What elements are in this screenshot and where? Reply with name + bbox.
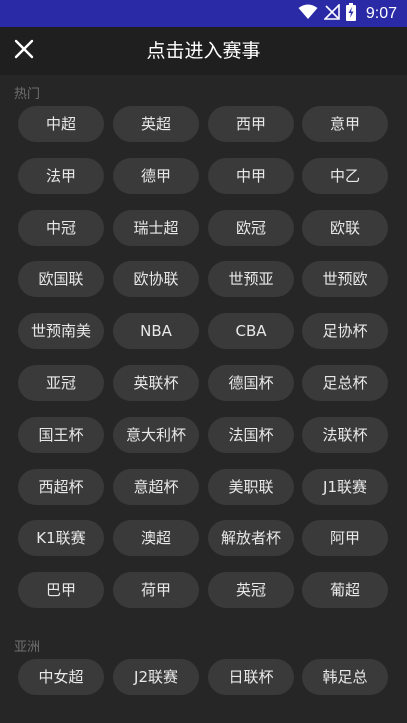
- competition-chip[interactable]: 西超杯: [18, 468, 104, 505]
- status-bar: 9:07: [0, 0, 407, 27]
- competition-chip[interactable]: 美职联: [208, 468, 294, 505]
- status-icons: 9:07: [298, 3, 397, 25]
- signal-off-icon: [322, 3, 340, 24]
- competition-chip[interactable]: 世预亚: [208, 261, 294, 298]
- page-title: 点击进入赛事: [146, 40, 261, 62]
- competition-chip[interactable]: 阿甲: [302, 520, 388, 557]
- competition-chip[interactable]: 中甲: [208, 157, 294, 194]
- competition-chip[interactable]: J1联赛: [302, 468, 388, 505]
- close-icon: [14, 39, 34, 63]
- competition-chip[interactable]: 国王杯: [18, 416, 104, 453]
- competition-chip[interactable]: 韩足总: [302, 659, 388, 695]
- competition-chip[interactable]: 中冠: [18, 209, 104, 246]
- competition-chip[interactable]: 西甲: [208, 106, 294, 142]
- competition-chip[interactable]: 澳超: [113, 520, 199, 557]
- competition-chip[interactable]: 欧冠: [208, 209, 294, 246]
- competition-chip[interactable]: 瑞士超: [113, 209, 199, 246]
- competition-chip[interactable]: 中女超: [18, 659, 104, 695]
- competition-chip[interactable]: 法联杯: [302, 416, 388, 453]
- competition-chip[interactable]: 荷甲: [113, 572, 199, 609]
- competition-chip[interactable]: 日联杯: [208, 659, 294, 695]
- competition-chip[interactable]: 巴甲: [18, 572, 104, 609]
- competition-chip[interactable]: 欧国联: [18, 261, 104, 298]
- competition-chip[interactable]: 解放者杯: [208, 520, 294, 557]
- competition-chip[interactable]: 中乙: [302, 157, 388, 194]
- competition-chip[interactable]: 足总杯: [302, 365, 388, 401]
- competition-chip[interactable]: 法甲: [18, 157, 104, 194]
- status-time: 9:07: [365, 5, 397, 22]
- section-label: 亚洲: [14, 640, 41, 655]
- competition-chip[interactable]: 德甲: [113, 157, 199, 194]
- battery-charging-icon: [345, 3, 356, 25]
- competition-chip[interactable]: 英联杯: [113, 365, 199, 401]
- wifi-icon: [298, 4, 318, 24]
- close-button[interactable]: [8, 35, 40, 67]
- competition-chip[interactable]: 欧协联: [113, 261, 199, 298]
- app-bar: 点击进入赛事: [0, 27, 407, 75]
- competition-chip[interactable]: J2联赛: [113, 659, 199, 695]
- competition-chip[interactable]: CBA: [208, 313, 294, 350]
- competition-chip[interactable]: 足协杯: [302, 313, 388, 350]
- competition-chip[interactable]: 英冠: [208, 572, 294, 609]
- competition-chip[interactable]: 世预欧: [302, 261, 388, 298]
- competition-chip[interactable]: K1联赛: [18, 520, 104, 557]
- competition-list: 热门中超 英超 西甲 意甲法甲 德甲 中甲 中乙中冠 瑞士超 欧冠 欧联欧国联 欧协联 世预亚 世预欧世…: [0, 75, 407, 723]
- competition-chip[interactable]: 意超杯: [113, 468, 199, 505]
- competition-chip[interactable]: 意甲: [302, 106, 388, 142]
- competition-chip[interactable]: 英超: [113, 106, 199, 142]
- competition-chip[interactable]: 欧联: [302, 209, 388, 246]
- competition-chip[interactable]: 德国杯: [208, 365, 294, 401]
- competition-chip[interactable]: 葡超: [302, 572, 388, 609]
- section-label: 热门: [14, 87, 41, 102]
- competition-chip[interactable]: 意大利杯: [113, 416, 199, 453]
- competition-chip[interactable]: NBA: [113, 313, 199, 350]
- competition-chip[interactable]: 世预南美: [18, 313, 104, 350]
- competition-chip[interactable]: 法国杯: [208, 416, 294, 453]
- competition-chip[interactable]: 亚冠: [18, 365, 104, 401]
- competition-chip[interactable]: 中超: [18, 106, 104, 142]
